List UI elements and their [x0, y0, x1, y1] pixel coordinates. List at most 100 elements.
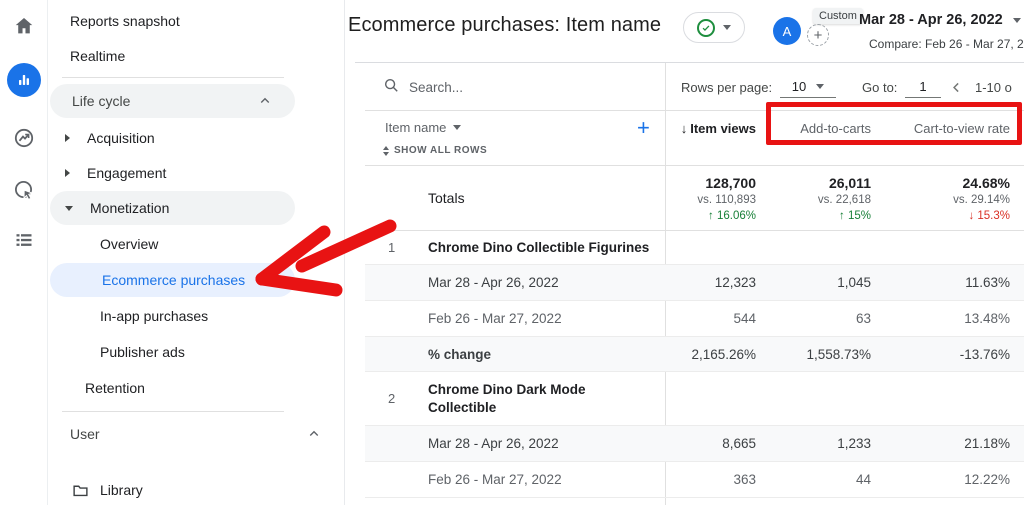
sidebar-item-label: Ecommerce purchases: [102, 272, 246, 288]
pagination-range-text: 1-10 o: [975, 80, 1012, 95]
section-life-cycle[interactable]: Life cycle: [50, 84, 295, 118]
add-column-button[interactable]: +: [637, 117, 650, 139]
sidebar-item-in-app-purchases[interactable]: In-app purchases: [48, 299, 344, 333]
cell-item-views: 363: [733, 472, 756, 487]
expand-right-icon: [65, 134, 70, 142]
home-icon[interactable]: [0, 2, 48, 50]
row-number: 1: [388, 240, 396, 255]
percent-change-label: % change: [428, 346, 492, 362]
sidebar-item-monetization[interactable]: Monetization: [50, 191, 295, 225]
goto-label: Go to:: [862, 80, 898, 95]
column-header-cart-to-view-rate[interactable]: Cart-to-view rate: [875, 111, 1024, 165]
sidebar-item-realtime[interactable]: Realtime: [48, 42, 344, 70]
date-range-text: Mar 28 - Apr 26, 2022: [859, 12, 1003, 28]
cell-add-to-carts: 44: [855, 472, 871, 487]
configure-icon[interactable]: [0, 216, 48, 264]
sort-down-icon: ↓: [680, 121, 688, 136]
cell-add-to-carts: 63: [855, 311, 871, 326]
expand-rows-icon: [383, 145, 389, 156]
table-row-period: Feb 26 - Mar 27, 2022 544 63 13.48%: [365, 301, 1024, 337]
cell-cart-to-view-rate: 11.63%: [965, 275, 1010, 290]
report-table: Rows per page: 10 Go to: 1 1-10 o Item n…: [365, 63, 1024, 505]
sidebar-item-label: Monetization: [90, 200, 170, 216]
table-row-period: Feb 26 - Mar 27, 2022 363 44 12.22%: [365, 462, 1024, 498]
dimension-label: Item name: [385, 120, 447, 135]
table-row-period: Mar 28 - Apr 26, 2022 12,323 1,045 11.63…: [365, 265, 1024, 301]
goto-page-input[interactable]: 1: [905, 76, 941, 98]
cell-add-to-carts: 1,558.73%: [806, 346, 871, 362]
cell-cart-to-view-rate: 21.18%: [964, 436, 1010, 451]
explore-icon[interactable]: [0, 114, 48, 162]
sidebar-item-publisher-ads[interactable]: Publisher ads: [48, 335, 344, 369]
goto-page-value: 1: [919, 79, 927, 94]
reports-icon[interactable]: [0, 56, 48, 104]
nav-divider: [62, 77, 284, 78]
section-label: Life cycle: [72, 93, 131, 109]
section-user[interactable]: User: [48, 419, 344, 449]
sidebar-item-label: Realtime: [70, 48, 126, 64]
sidebar-item-label: Overview: [100, 236, 159, 252]
expand-right-icon: [65, 169, 70, 177]
app-icon-rail: [0, 0, 48, 505]
caret-down-icon: [453, 125, 462, 130]
total-value: 128,700: [705, 175, 756, 191]
rows-per-page-label: Rows per page:: [681, 80, 773, 95]
total-change: ↑ 16.06%: [708, 210, 756, 222]
folder-icon: [72, 482, 89, 499]
row-number: 2: [388, 391, 396, 406]
cell-cart-to-view-rate: 13.48%: [964, 311, 1010, 326]
search-input[interactable]: [409, 79, 609, 95]
period-label: Feb 26 - Mar 27, 2022: [428, 311, 562, 326]
cell-item-views: 8,665: [722, 436, 756, 451]
avatar[interactable]: A: [773, 17, 801, 45]
total-change: ↑ 15%: [839, 210, 871, 222]
cell-item-views: 544: [733, 311, 756, 326]
total-value: 24.68%: [962, 175, 1010, 191]
reports-icon-active-circle: [6, 63, 41, 97]
totals-row: Totals 128,700 vs. 110,893 ↑ 16.06% 26,0…: [365, 166, 1024, 231]
rows-per-page-value: 10: [791, 79, 807, 94]
dimension-selector[interactable]: Item name: [385, 120, 462, 135]
cell-add-to-carts: 1,045: [837, 275, 871, 290]
sidebar-item-label: Publisher ads: [100, 344, 185, 360]
report-status-dropdown[interactable]: [683, 12, 745, 43]
show-all-rows-label: SHOW ALL ROWS: [394, 145, 488, 156]
period-label: Feb 26 - Mar 27, 2022: [428, 472, 562, 487]
show-all-rows-button[interactable]: SHOW ALL ROWS: [383, 145, 487, 156]
column-header-item-views[interactable]: ↓ Item views: [665, 111, 760, 165]
column-header-add-to-carts[interactable]: Add-to-carts: [760, 111, 875, 165]
total-vs: vs. 29.14%: [953, 194, 1010, 206]
sidebar-item-library[interactable]: Library: [48, 474, 344, 506]
nav-divider: [62, 411, 284, 412]
sidebar-item-retention[interactable]: Retention: [48, 371, 344, 405]
total-vs: vs. 110,893: [697, 194, 756, 206]
expand-down-icon: [65, 205, 73, 211]
rows-per-page-select[interactable]: 10: [780, 76, 836, 98]
totals-item-views: 128,700 vs. 110,893 ↑ 16.06%: [665, 166, 760, 230]
ga4-ecommerce-report-screen: { "colors": { "accent":"#1a73e8", "selec…: [0, 0, 1024, 505]
total-vs: vs. 22,618: [817, 194, 871, 206]
sidebar-item-engagement[interactable]: Engagement: [48, 156, 344, 190]
sidebar-item-overview[interactable]: Overview: [48, 227, 344, 261]
custom-tooltip: Custom: [813, 8, 863, 24]
chevron-up-icon: [259, 95, 271, 107]
caret-down-icon: [1012, 17, 1021, 23]
report-nav-panel: Reports snapshot Realtime Life cycle Acq…: [48, 0, 345, 505]
totals-label: Totals: [428, 190, 465, 206]
sidebar-item-ecommerce-purchases[interactable]: Ecommerce purchases: [50, 263, 295, 297]
sidebar-item-label: Library: [100, 482, 143, 498]
sidebar-item-reports-snapshot[interactable]: Reports snapshot: [48, 7, 344, 35]
advertising-icon[interactable]: [0, 166, 48, 214]
check-circle-icon: [697, 18, 715, 37]
period-label: Mar 28 - Apr 26, 2022: [428, 275, 559, 290]
sidebar-item-acquisition[interactable]: Acquisition: [48, 121, 344, 155]
previous-page-icon[interactable]: [950, 81, 963, 99]
section-label: User: [70, 426, 100, 442]
column-header-label: Add-to-carts: [800, 121, 871, 136]
search-icon: [383, 77, 399, 98]
sidebar-item-label: In-app purchases: [100, 308, 209, 324]
date-range-selector[interactable]: Mar 28 - Apr 26, 2022: [859, 12, 1021, 28]
cell-cart-to-view-rate: 12.22%: [964, 472, 1010, 487]
cell-item-views: 2,165.26%: [691, 346, 756, 362]
add-comparison-button[interactable]: +: [807, 24, 829, 46]
